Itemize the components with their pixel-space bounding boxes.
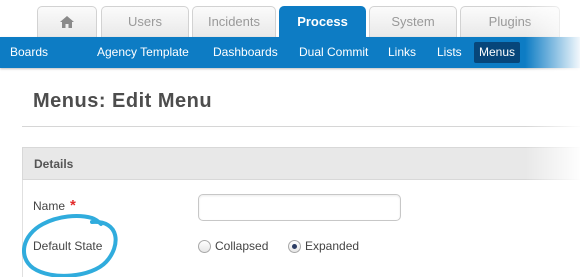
collapsed-radio[interactable] [198,240,211,253]
name-input[interactable] [198,194,401,221]
subnav-agency-template[interactable]: Agency Template [97,42,189,63]
tab-users[interactable]: Users [101,6,189,37]
title-divider [22,126,580,127]
name-label: Name [33,199,66,213]
tab-system[interactable]: System [369,6,457,37]
details-panel-header: Details [22,147,580,180]
collapsed-radio-label[interactable]: Collapsed [215,239,268,253]
expanded-radio-label[interactable]: Expanded [305,239,359,253]
subnav-lists[interactable]: Lists [437,42,462,63]
home-icon [60,16,74,28]
default-state-label: Default State [33,239,103,253]
page-title: Menus: Edit Menu [33,90,213,112]
details-heading: Details [34,157,74,171]
required-marker: * [70,197,76,214]
expanded-radio[interactable] [288,240,301,253]
page: Users Incidents Process System Plugins B… [0,0,580,277]
tab-plugins[interactable]: Plugins [460,6,560,37]
subnav-links[interactable]: Links [388,42,416,63]
subnav-dashboards[interactable]: Dashboards [213,42,278,63]
subnav-dual-commit[interactable]: Dual Commit [299,42,368,63]
tab-home[interactable] [37,6,97,37]
top-tab-bar: Users Incidents Process System Plugins [0,0,580,37]
tab-incidents[interactable]: Incidents [192,6,276,37]
sub-nav: Boards Agency Template Dashboards Dual C… [0,37,580,68]
tab-process[interactable]: Process [279,6,366,37]
subnav-menus[interactable]: Menus [474,42,521,63]
subnav-boards[interactable]: Boards [10,42,48,63]
